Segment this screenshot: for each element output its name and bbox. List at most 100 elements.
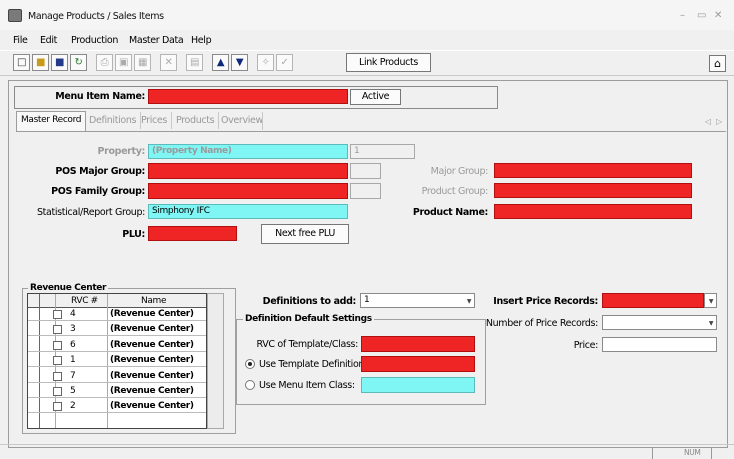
tab-prices[interactable]: Prices [137, 112, 173, 129]
row-checkbox[interactable] [53, 325, 62, 335]
close-button[interactable]: ✕ [714, 10, 722, 21]
minimize-button[interactable]: – [680, 10, 685, 21]
product-group-input[interactable] [494, 183, 692, 198]
row-checkbox[interactable] [53, 371, 62, 381]
status-bar [0, 444, 734, 459]
pos-family-group-input[interactable] [148, 183, 348, 199]
property-field: (Property Name) [148, 144, 348, 159]
product-group-label: Product Group: [421, 186, 489, 197]
open-folder-icon[interactable]: ■ [32, 54, 49, 71]
title-bar: Manage Products / Sales Items – ▭ ✕ [0, 0, 734, 30]
tab-overview[interactable]: Overview [217, 112, 267, 129]
major-group-input[interactable] [494, 163, 692, 178]
move-up-icon[interactable]: ▲ [212, 54, 229, 71]
tab-baseline [16, 131, 726, 132]
save-icon[interactable]: ■ [51, 54, 68, 71]
property-number-field: 1 [350, 144, 415, 159]
pos-major-group-code [350, 163, 381, 179]
print-preview-icon[interactable]: ▣ [115, 54, 132, 71]
definitions-dropdown-arrow-icon[interactable]: ▼ [463, 298, 475, 305]
menu-item-name-input[interactable] [148, 89, 348, 104]
num-lock-indicator: NUM [684, 448, 701, 457]
insert-price-records-label: Insert Price Records: [493, 296, 598, 307]
definitions-to-add-label: Definitions to add: [262, 296, 357, 307]
rvc-number-cell: 7 [70, 370, 76, 381]
rvc-template-class-input[interactable] [361, 336, 475, 352]
tab-products[interactable]: Products [172, 112, 220, 129]
insert-price-records-select[interactable] [602, 293, 704, 308]
active-button[interactable]: Active [350, 89, 401, 105]
use-template-definition-radio[interactable] [245, 359, 255, 369]
column-header-name[interactable]: Name [141, 296, 167, 306]
calculator-icon[interactable]: ▤ [186, 54, 203, 71]
row-checkbox[interactable] [53, 356, 62, 366]
delete-icon[interactable]: ✕ [160, 54, 177, 71]
move-down-icon[interactable]: ▼ [231, 54, 248, 71]
tab-scroll-right-icon[interactable]: ▷ [716, 117, 722, 126]
statistical-report-group-label: Statistical/Report Group: [36, 207, 145, 218]
insert-price-dropdown-arrow-icon[interactable]: ▼ [705, 298, 717, 305]
column-header-rvc[interactable]: RVC # [71, 296, 98, 306]
status-divider [711, 447, 712, 459]
refresh-icon[interactable]: ↻ [70, 54, 87, 71]
new-icon[interactable]: □ [13, 54, 30, 71]
use-menu-item-class-label: Use Menu Item Class: [259, 380, 355, 391]
wand-icon[interactable]: ✧ [257, 54, 274, 71]
price-input[interactable] [602, 337, 717, 352]
rvc-name-cell: (Revenue Center) [110, 309, 194, 319]
rvc-number-cell: 2 [70, 401, 76, 412]
revenue-center-scrollbar[interactable] [207, 293, 224, 429]
next-free-plu-button[interactable]: Next free PLU [261, 224, 349, 244]
use-menu-item-class-radio[interactable] [245, 380, 255, 390]
maximize-button[interactable]: ▭ [697, 10, 706, 21]
plu-input[interactable] [148, 226, 237, 241]
menu-item-name-label: Menu Item Name: [55, 91, 145, 102]
row-checkbox[interactable] [53, 402, 62, 412]
rvc-name-cell: (Revenue Center) [110, 355, 194, 366]
menu-item-class-input[interactable] [361, 377, 475, 393]
export-icon[interactable]: ▦ [134, 54, 151, 71]
rvc-number-cell: 3 [70, 324, 76, 335]
window-title: Manage Products / Sales Items [28, 11, 164, 22]
pos-major-group-input[interactable] [148, 163, 348, 179]
statistical-report-group-field[interactable]: Simphony IFC [148, 204, 348, 219]
link-products-button[interactable]: Link Products [346, 53, 431, 72]
rvc-number-cell: 6 [70, 339, 76, 350]
major-group-label: Major Group: [430, 166, 489, 177]
rvc-template-class-label: RVC of Template/Class: [256, 339, 359, 350]
plu-label: PLU: [122, 229, 145, 240]
rvc-name-cell: (Revenue Center) [110, 370, 194, 381]
revenue-center-title: Revenue Center [28, 283, 109, 293]
tab-scroll-left-icon[interactable]: ◁ [705, 117, 711, 126]
definitions-to-add-select[interactable]: 1 [360, 293, 475, 308]
pos-major-group-label: POS Major Group: [55, 166, 145, 177]
tab-master-record[interactable]: Master Record [16, 111, 87, 132]
app-icon [8, 9, 22, 22]
rvc-number-cell: 5 [70, 386, 76, 396]
rvc-name-cell: (Revenue Center) [110, 401, 194, 412]
print-icon[interactable]: ⎙ [96, 54, 113, 71]
menu-production[interactable]: Production [71, 35, 118, 46]
use-template-definition-label: Use Template Definition: [259, 359, 367, 370]
product-name-input[interactable] [494, 204, 692, 219]
price-label: Price: [573, 340, 599, 351]
tab-definitions[interactable]: Definitions [85, 112, 142, 129]
menu-master-data[interactable]: Master Data [129, 35, 184, 46]
rvc-number-cell: 1 [70, 355, 76, 366]
rvc-name-cell: (Revenue Center) [110, 339, 194, 350]
number-of-price-records-select[interactable] [602, 315, 717, 330]
number-price-dropdown-arrow-icon[interactable]: ▼ [705, 320, 717, 327]
row-checkbox[interactable] [53, 340, 62, 350]
menu-help[interactable]: Help [191, 35, 212, 46]
check-icon[interactable]: ✓ [276, 54, 293, 71]
product-name-label: Product Name: [412, 207, 489, 218]
pos-family-group-code [350, 183, 381, 199]
menu-file[interactable]: File [13, 35, 28, 46]
use-template-definition-input[interactable] [361, 356, 475, 372]
home-icon[interactable]: ⌂ [709, 55, 726, 72]
menu-edit[interactable]: Edit [40, 35, 57, 46]
row-checkbox[interactable] [53, 387, 62, 396]
definition-default-settings-title: Definition Default Settings [243, 314, 374, 324]
rvc-number-cell: 4 [70, 309, 76, 319]
row-checkbox[interactable] [53, 310, 62, 319]
